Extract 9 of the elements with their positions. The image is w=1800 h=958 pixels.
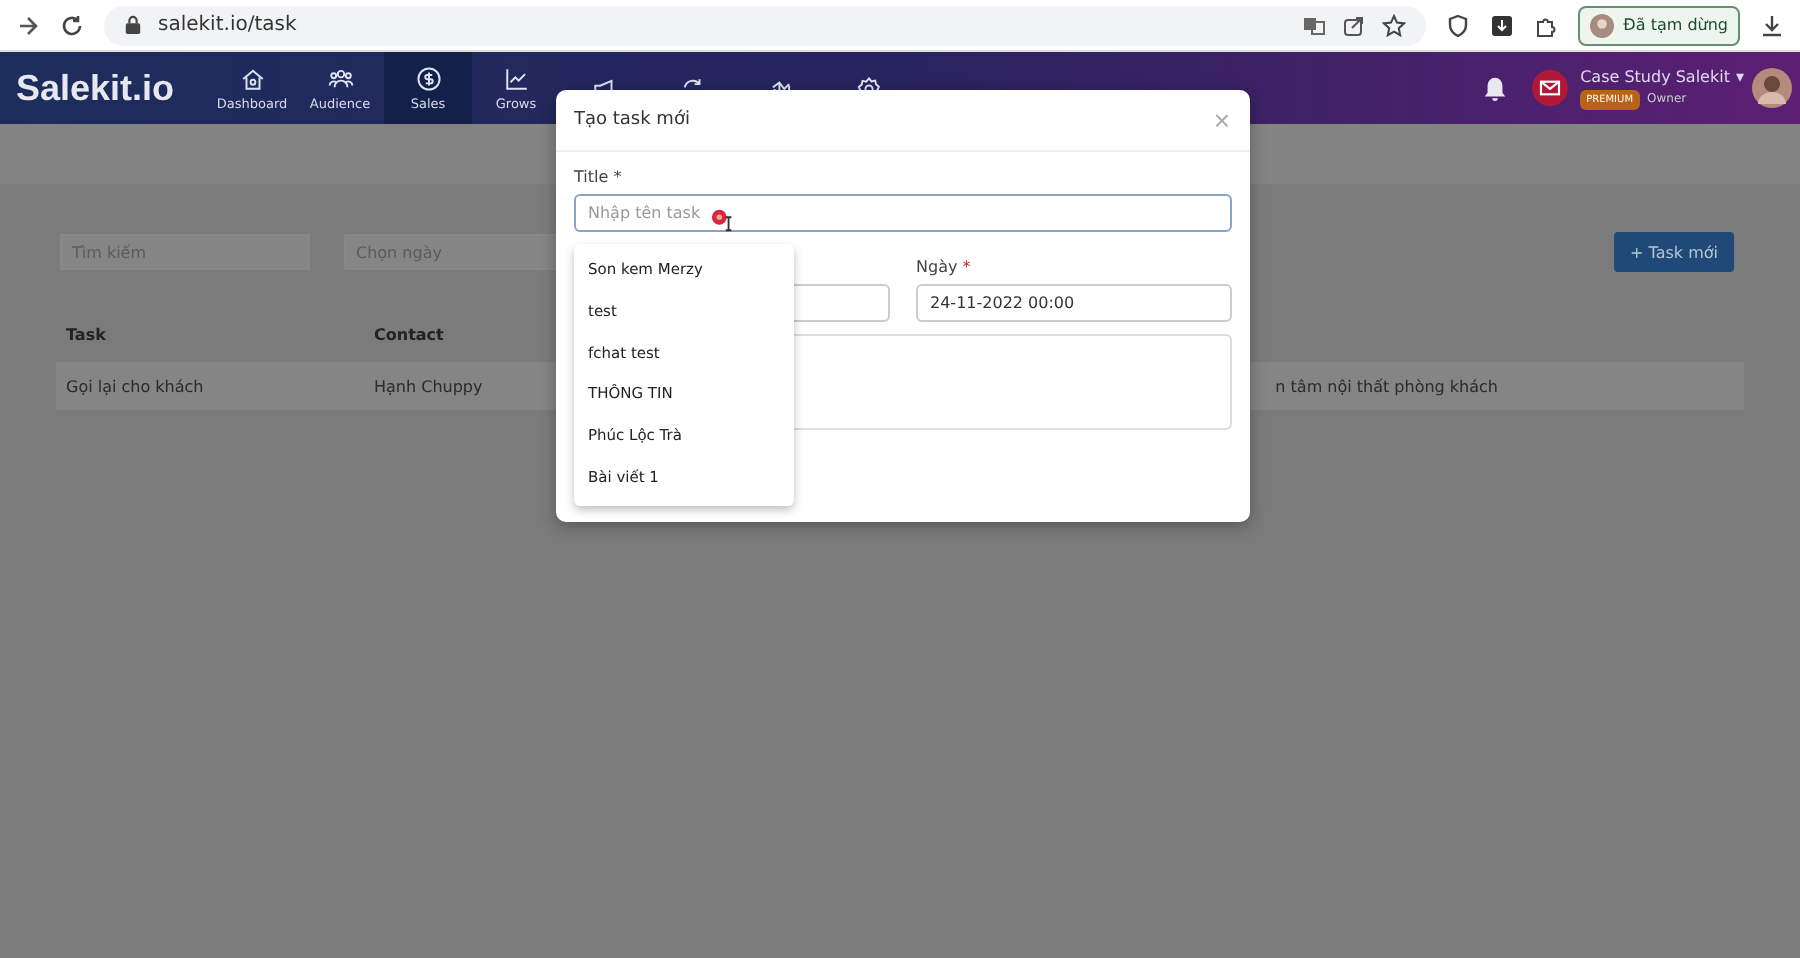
column-header: Task xyxy=(66,326,108,348)
field-label: Ngày * xyxy=(916,258,971,276)
field-label: Title * xyxy=(574,168,622,186)
table-cell: n tâm nội thất phòng khách xyxy=(1275,377,1498,395)
column-header: Contact xyxy=(374,326,444,348)
dialog-title: Tạo task mới xyxy=(574,110,690,130)
table-cell-text: Gọi lại cho khách xyxy=(66,377,206,395)
table-cell: Hạnh Chuppy xyxy=(374,377,483,395)
url-text: salekit.io/task xyxy=(158,14,297,36)
